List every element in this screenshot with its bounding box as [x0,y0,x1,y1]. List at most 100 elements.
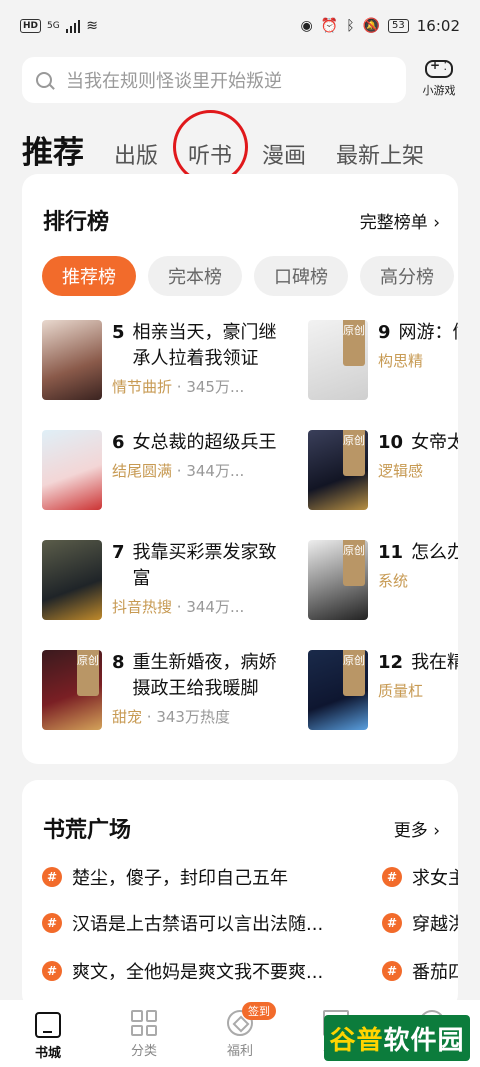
hashtag-icon: # [42,913,62,933]
rank-item[interactable]: 6 女总裁的超级兵王 结尾圆满 · 344万... [42,430,290,510]
alarm-icon: ⏰ [320,18,339,34]
hd-badge: HD [20,19,42,33]
book-title: 女帝太 [411,432,458,453]
topic-item[interactable]: # 汉语是上古禁语可以言出法随... [42,910,323,936]
book-cover [42,320,102,400]
original-badge: 原创 [343,650,365,696]
rank-item[interactable]: 7 我靠买彩票发家致富 抖音热搜 · 344万... [42,540,290,620]
ranking-tab-reputation[interactable]: 口碑榜 [254,256,348,296]
plaza-title: 书荒广场 [43,818,132,843]
book-heat: · 344万... [172,462,245,480]
clock-time: 16:02 [416,17,460,35]
rank-number: 12 [378,652,404,673]
topic-text: 楚尘，傻子，封印自己五年 [72,868,288,889]
nav-label: 福利 [226,1044,253,1059]
watermark-part2: 软件园 [383,1025,465,1056]
rank-item[interactable]: 原创 11 怎么办为我和 系统 [308,540,458,620]
grid-icon [131,1010,157,1036]
rank-number: 8 [112,652,125,673]
highlight-circle [173,110,248,184]
book-cover: 原创 [308,320,368,400]
book-title: 相亲当天，豪门继承人拉着我领证 [132,322,277,369]
battery-level: 53 [388,19,409,33]
book-title: 重生新婚夜，病娇摄政王给我暖脚 [132,652,277,699]
book-heat: · 345万... [172,378,245,396]
hashtag-icon: # [382,913,402,933]
home-icon [35,1012,61,1038]
sign-in-badge[interactable]: 签到 [242,1002,276,1020]
book-tag: 结尾圆满 [112,462,173,480]
hashtag-icon: # [382,961,402,981]
search-icon [36,72,52,88]
topic-text: 爽文，全他妈是爽文我不要爽... [72,962,324,983]
eye-icon: ◉ [300,18,313,34]
nav-label: 分类 [130,1044,157,1059]
topic-item[interactable]: # 楚尘，傻子，封印自己五年 [42,864,288,890]
rank-number: 6 [112,432,125,453]
rank-number: 9 [378,322,391,343]
hashtag-icon: # [42,961,62,981]
book-tag: 质量杠 [378,682,424,700]
topic-text: 汉语是上古禁语可以言出法随... [72,914,324,935]
book-plaza-card: 书荒广场 更多 › # 楚尘，傻子，封印自己五年 # 汉语是上古禁语可以言出法随..… [22,780,458,1010]
ranking-title: 排行榜 [43,210,110,235]
nav-category[interactable]: 分类 [96,1000,192,1067]
ranking-tab-completed[interactable]: 完本榜 [148,256,242,296]
rank-item[interactable]: 原创 12 我在精神 质量杠 [308,650,458,730]
status-bar: HD 5G ≋ ◉ ⏰ ᛒ 🔕 53 16:02 [0,0,480,52]
gamepad-icon [425,58,453,78]
book-title: 怎么办为我和 [411,542,458,563]
tab-comics[interactable]: 漫画 [262,142,306,172]
watermark-part1: 谷普 [329,1025,384,1056]
mini-game-button[interactable]: 小游戏 [414,56,464,104]
book-title: 网游：偷窃神 [398,322,458,343]
signal-type: 5G [47,21,60,31]
topic-item[interactable]: # 爽文，全他妈是爽文我不要爽... [42,958,323,984]
watermark-logo: 谷普 软件园 [324,1015,470,1061]
topic-item[interactable]: # 求女主 [382,864,458,890]
book-cover: 原创 [308,650,368,730]
original-badge: 原创 [343,430,365,476]
original-badge: 原创 [343,320,365,366]
bluetooth-icon: ᛒ [346,18,355,34]
book-cover: 原创 [308,540,368,620]
hashtag-icon: # [42,867,62,887]
rank-item[interactable]: 5 相亲当天，豪门继承人拉着我领证 情节曲折 · 345万... [42,320,290,400]
book-tag: 情节曲折 [112,378,173,396]
book-cover [42,540,102,620]
plaza-more-link[interactable]: 更多 › [394,816,440,841]
book-cover [42,430,102,510]
full-ranking-link[interactable]: 完整榜单 › [360,208,440,233]
book-tag: 抖音热搜 [112,598,173,616]
search-bar[interactable]: 当我在规则怪谈里开始叛逆 [22,57,406,103]
rank-item[interactable]: 原创 10 女帝太 逻辑感 [308,430,458,510]
book-tag: 系统 [378,572,409,590]
topic-item[interactable]: # 穿越洪 [382,910,458,936]
topic-text: 求女主 [412,868,458,889]
ranking-tab-high-score[interactable]: 高分榜 [360,256,454,296]
book-cover: 原创 [308,430,368,510]
nav-welfare[interactable]: 签到 福利 [192,1000,288,1067]
book-tag: 构思精 [378,352,424,370]
tab-recommend[interactable]: 推荐 [22,134,84,172]
signal-icon [65,19,81,33]
rank-number: 5 [112,322,125,343]
book-heat: · 343万热度 [142,708,230,726]
mute-icon: 🔕 [362,18,381,34]
original-badge: 原创 [343,540,365,586]
search-placeholder: 当我在规则怪谈里开始叛逆 [66,71,282,92]
book-heat: · 344万... [172,598,245,616]
book-cover: 原创 [42,650,102,730]
wifi-icon: ≋ [86,18,98,34]
topic-item[interactable]: # 番茄四 [382,958,458,984]
hashtag-icon: # [382,867,402,887]
rank-item[interactable]: 原创 9 网游：偷窃神 构思精 [308,320,458,400]
topic-text: 穿越洪 [412,914,458,935]
tab-new-arrivals[interactable]: 最新上架 [336,142,424,172]
nav-bookstore[interactable]: 书城 [0,1000,96,1067]
rank-item[interactable]: 原创 8 重生新婚夜，病娇摄政王给我暖脚 甜宠 · 343万热度 [42,650,290,730]
topic-text: 番茄四 [412,962,458,983]
tab-publish[interactable]: 出版 [114,142,158,172]
ranking-tab-recommend[interactable]: 推荐榜 [42,256,136,296]
mini-game-label: 小游戏 [422,84,456,97]
